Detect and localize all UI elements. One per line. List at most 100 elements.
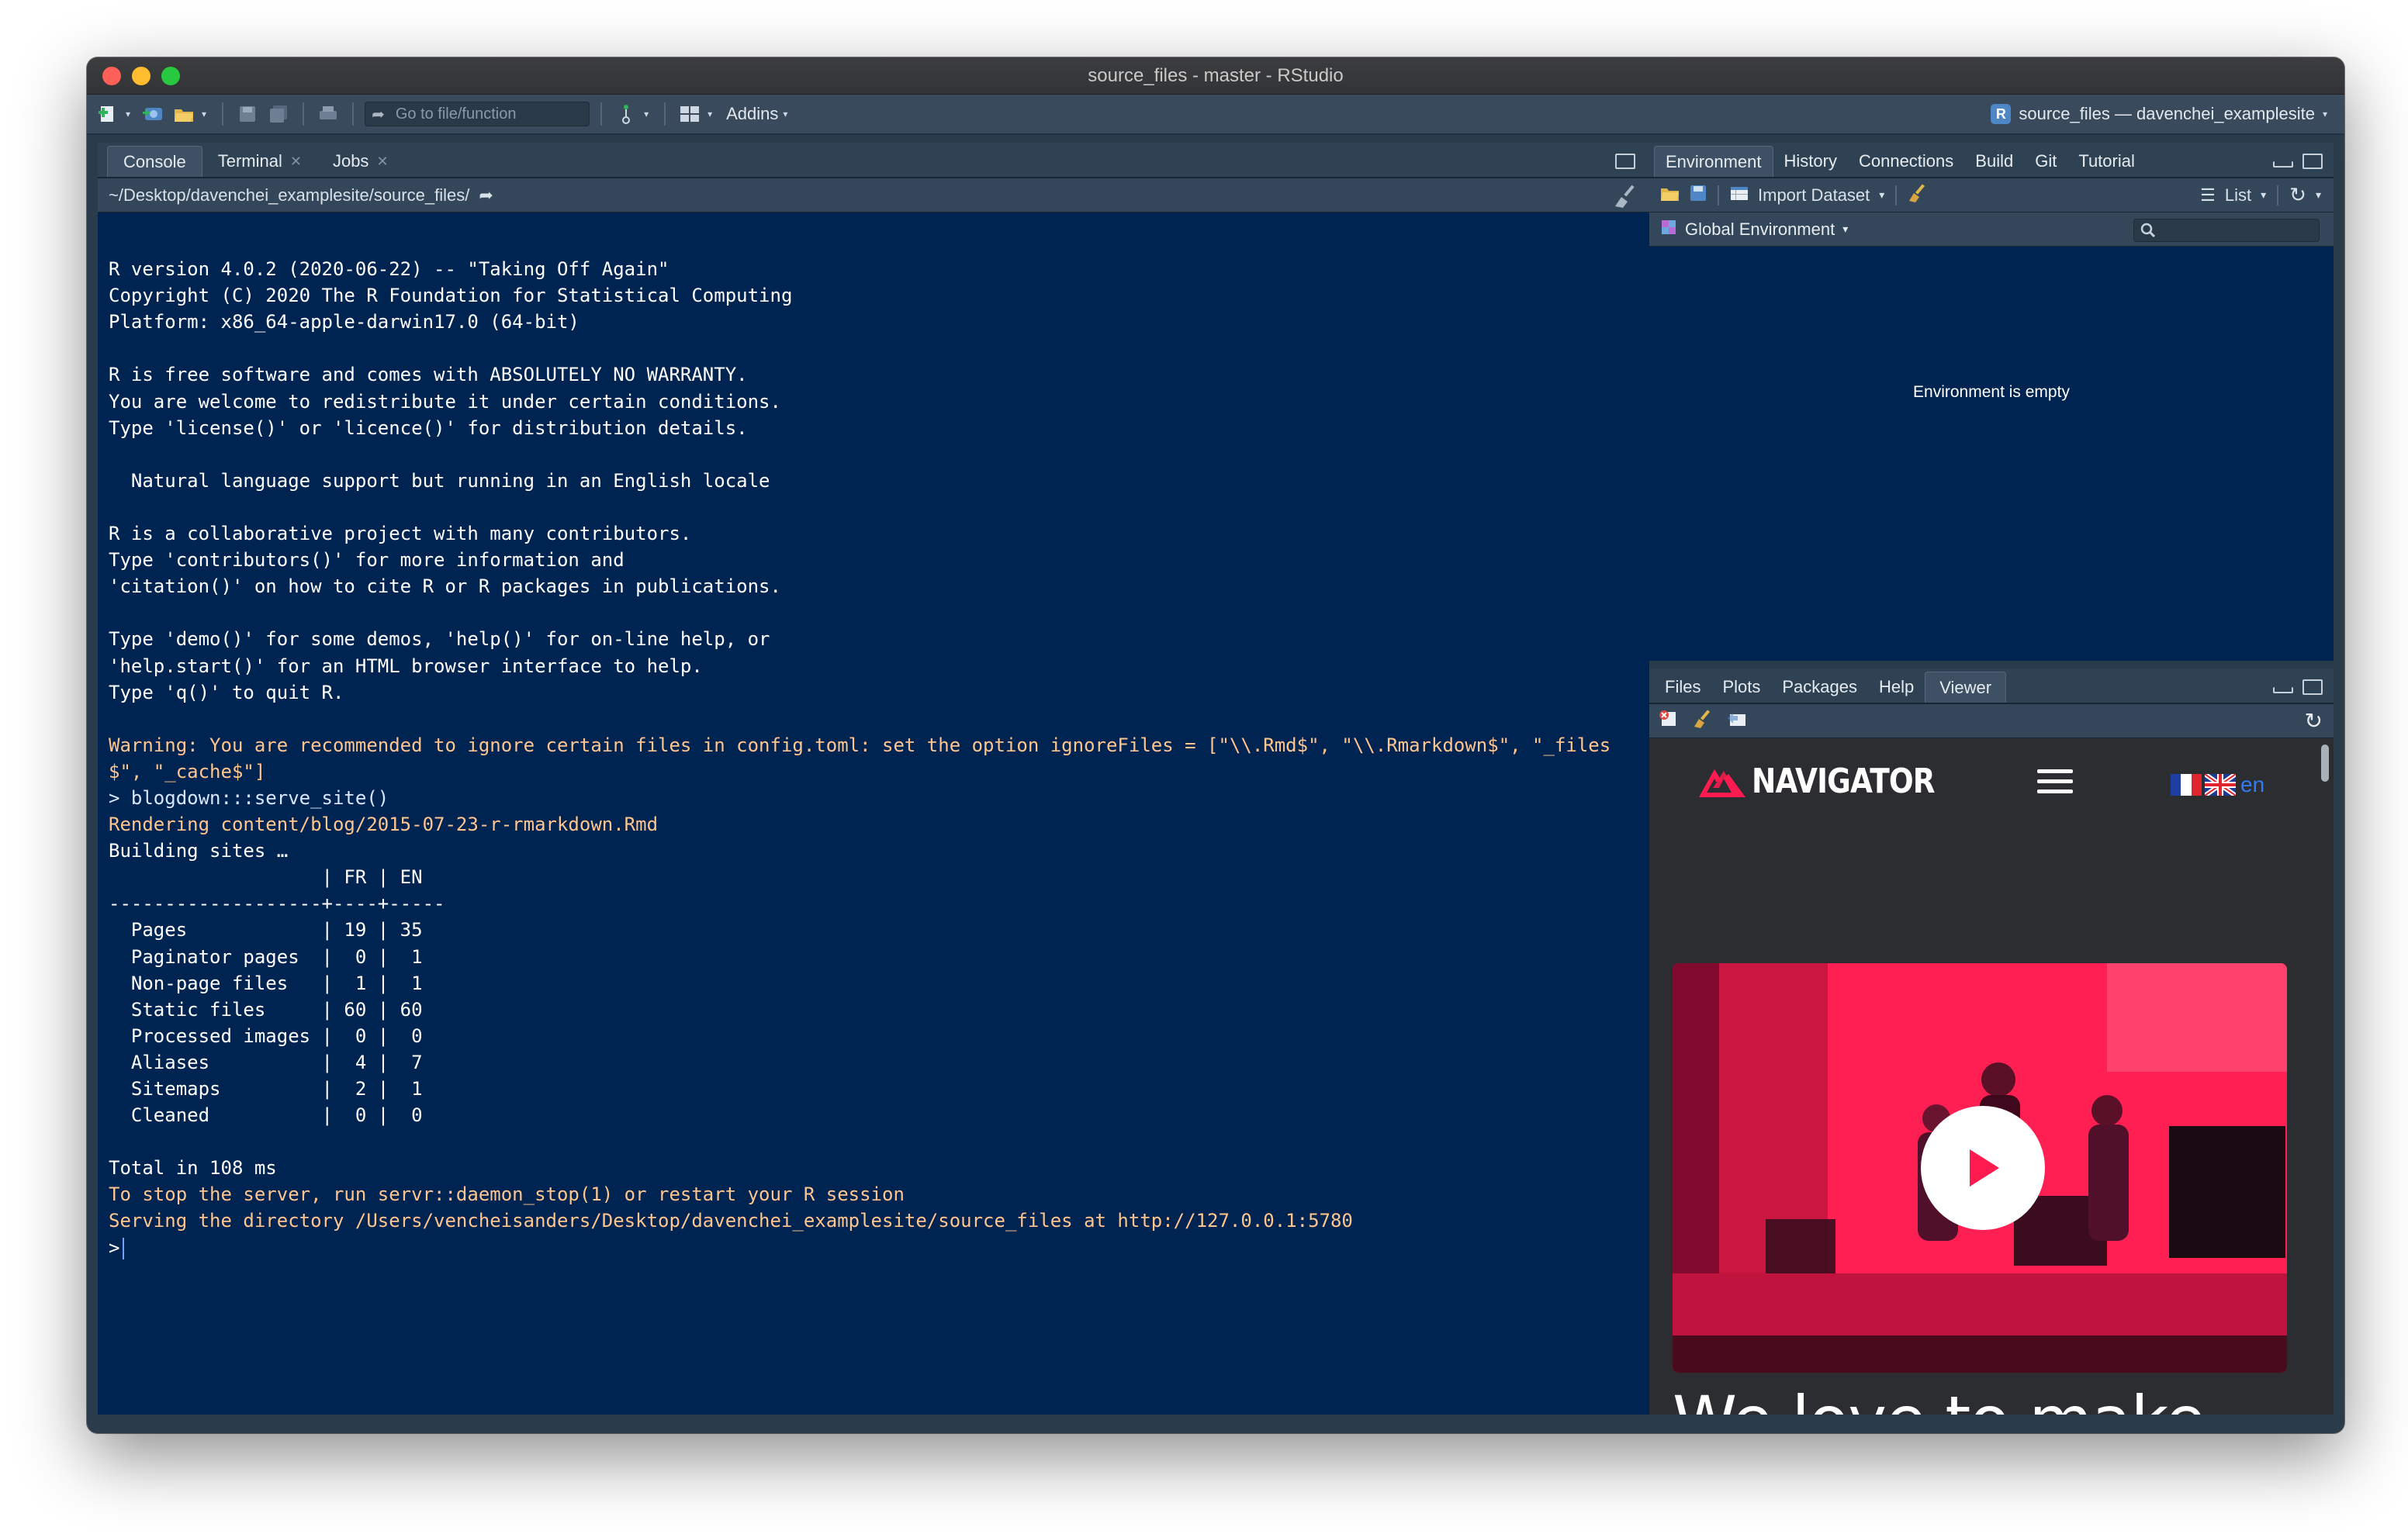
open-file-icon[interactable]: [171, 101, 197, 127]
tab-jobs[interactable]: Jobs ✕: [317, 146, 404, 177]
tab-files[interactable]: Files: [1654, 672, 1711, 703]
close-tab-icon[interactable]: ✕: [376, 154, 388, 170]
workspace-panes-dropdown-icon[interactable]: ▾: [708, 109, 712, 119]
console-warning-line: Warning: You are recommended to ignore c…: [109, 734, 1611, 756]
tab-build[interactable]: Build: [1964, 146, 2024, 177]
save-workspace-icon[interactable]: [1690, 185, 1707, 206]
tab-label: Connections: [1858, 151, 1954, 171]
new-project-icon[interactable]: [140, 101, 166, 127]
environment-empty-message: Environment is empty: [1913, 383, 2070, 401]
tab-git[interactable]: Git: [2024, 146, 2067, 177]
workspace-panes-icon[interactable]: [676, 101, 703, 127]
environment-search-input[interactable]: [2133, 219, 2320, 242]
tab-label: Viewer: [1939, 677, 1992, 697]
console-output[interactable]: R version 4.0.2 (2020-06-22) -- "Taking …: [98, 212, 1649, 1415]
view-mode-select[interactable]: List: [2225, 185, 2251, 206]
environment-scope-dropdown-icon[interactable]: ▾: [1842, 223, 1848, 236]
remove-viewer-item-icon[interactable]: [1659, 710, 1679, 733]
open-recent-dropdown-icon[interactable]: ▾: [202, 109, 206, 119]
hamburger-menu-icon[interactable]: [2037, 769, 2073, 800]
console-prompt[interactable]: >: [109, 1235, 1649, 1261]
environment-pane: Environment History Connections Build Gi…: [1649, 143, 2334, 661]
refresh-environment-icon[interactable]: ↻: [2289, 183, 2306, 207]
french-flag-icon[interactable]: [2171, 774, 2202, 796]
tab-label: Environment: [1666, 151, 1762, 171]
tab-label: Jobs: [332, 151, 369, 171]
refresh-viewer-icon[interactable]: ↻: [2305, 708, 2323, 734]
minimize-pane-icon[interactable]: [2273, 687, 2293, 693]
console-output-line: Copyright (C) 2020 The R Foundation for …: [109, 285, 793, 307]
console-output-line: Natural language support but running in …: [109, 469, 770, 492]
environment-scope-bar: Global Environment ▾: [1649, 212, 2334, 247]
project-menu[interactable]: R source_files — davenchei_examplesite ▾: [1991, 104, 2332, 124]
console-output-line: R is a collaborative project with many c…: [109, 523, 692, 545]
console-tabbar: Console Terminal ✕ Jobs ✕: [98, 143, 1649, 178]
console-output-line: You are welcome to redistribute it under…: [109, 390, 781, 413]
print-icon[interactable]: [315, 101, 341, 127]
project-label: source_files — davenchei_examplesite: [2019, 104, 2315, 123]
toolbar-divider: [222, 102, 224, 126]
goto-arrow-icon: ➦: [372, 105, 385, 123]
uk-flag-icon[interactable]: [2205, 774, 2236, 796]
import-dataset-button[interactable]: Import Dataset: [1758, 185, 1870, 206]
load-workspace-icon[interactable]: [1660, 185, 1680, 206]
tab-terminal[interactable]: Terminal ✕: [202, 146, 317, 177]
tab-packages[interactable]: Packages: [1771, 672, 1868, 703]
maximize-pane-icon[interactable]: [2302, 679, 2323, 695]
r-environment-icon: [1660, 219, 1677, 240]
clear-viewer-icon[interactable]: [1693, 709, 1713, 733]
version-control-icon[interactable]: [613, 101, 639, 127]
play-button[interactable]: [1921, 1106, 2045, 1230]
close-tab-icon[interactable]: ✕: [290, 154, 302, 170]
tab-label: Build: [1975, 151, 2014, 171]
refresh-dropdown-icon[interactable]: ▾: [2316, 188, 2321, 202]
tab-tutorial[interactable]: Tutorial: [2067, 146, 2146, 177]
restore-pane-icon[interactable]: [1615, 154, 1635, 169]
tab-environment[interactable]: Environment: [1654, 146, 1773, 177]
viewer-scrollbar[interactable]: [2321, 745, 2329, 782]
working-directory-path[interactable]: ~/Desktop/davenchei_examplesite/source_f…: [109, 185, 469, 206]
environment-scope-select[interactable]: Global Environment: [1685, 219, 1835, 240]
console-warning-line: Rendering content/blog/2015-07-23-r-rmar…: [109, 814, 659, 836]
language-en-link[interactable]: en: [2240, 772, 2264, 797]
console-output-line: Type 'q()' to quit R.: [109, 681, 344, 703]
tab-viewer[interactable]: Viewer: [1925, 672, 2007, 703]
toolbar-divider: [1718, 185, 1719, 206]
tab-plots[interactable]: Plots: [1711, 672, 1771, 703]
environment-toolbar: Import Dataset ▾ ☰ List ▾ ↻ ▾: [1649, 178, 2334, 212]
new-file-dropdown-icon[interactable]: ▾: [126, 109, 130, 119]
tab-history[interactable]: History: [1773, 146, 1848, 177]
console-output-line: Static files | 60 | 60: [109, 998, 423, 1021]
rstudio-window: source_files - master - RStudio ▾ ▾ ➦ Go…: [87, 57, 2344, 1433]
tab-console[interactable]: Console: [107, 146, 202, 177]
save-all-icon[interactable]: [265, 101, 292, 127]
import-dataset-dropdown-icon[interactable]: ▾: [1879, 188, 1884, 202]
show-in-new-window-icon[interactable]: [1727, 710, 1747, 732]
toolbar-divider: [2277, 185, 2279, 206]
clear-console-icon[interactable]: [1614, 185, 1640, 213]
hero-video-thumbnail[interactable]: [1673, 963, 2287, 1373]
save-icon[interactable]: [234, 101, 261, 127]
tab-help[interactable]: Help: [1868, 672, 1925, 703]
console-output-line: Total in 108 ms: [109, 1157, 277, 1180]
language-switcher[interactable]: en: [2171, 772, 2264, 797]
maximize-pane-icon[interactable]: [2302, 154, 2323, 169]
clear-workspace-icon[interactable]: [1908, 183, 1928, 207]
site-logo[interactable]: NAVIGATOR: [1696, 762, 1967, 801]
go-to-directory-icon[interactable]: ➦: [479, 185, 493, 206]
site-preview[interactable]: NAVIGATOR en: [1649, 738, 2334, 1415]
addins-dropdown-icon[interactable]: ▾: [783, 109, 787, 119]
goto-file-function-input[interactable]: ➦ Go to file/function: [365, 102, 590, 126]
version-control-dropdown-icon[interactable]: ▾: [644, 109, 649, 119]
title-bar: source_files - master - RStudio: [87, 57, 2344, 95]
addins-menu[interactable]: Addins: [726, 104, 778, 124]
minimize-pane-icon[interactable]: [2273, 161, 2293, 168]
view-mode-dropdown-icon[interactable]: ▾: [2261, 188, 2266, 202]
new-file-icon[interactable]: [95, 101, 121, 127]
tab-connections[interactable]: Connections: [1848, 146, 1964, 177]
tab-label: Console: [123, 151, 186, 171]
tab-label: Packages: [1782, 677, 1857, 696]
